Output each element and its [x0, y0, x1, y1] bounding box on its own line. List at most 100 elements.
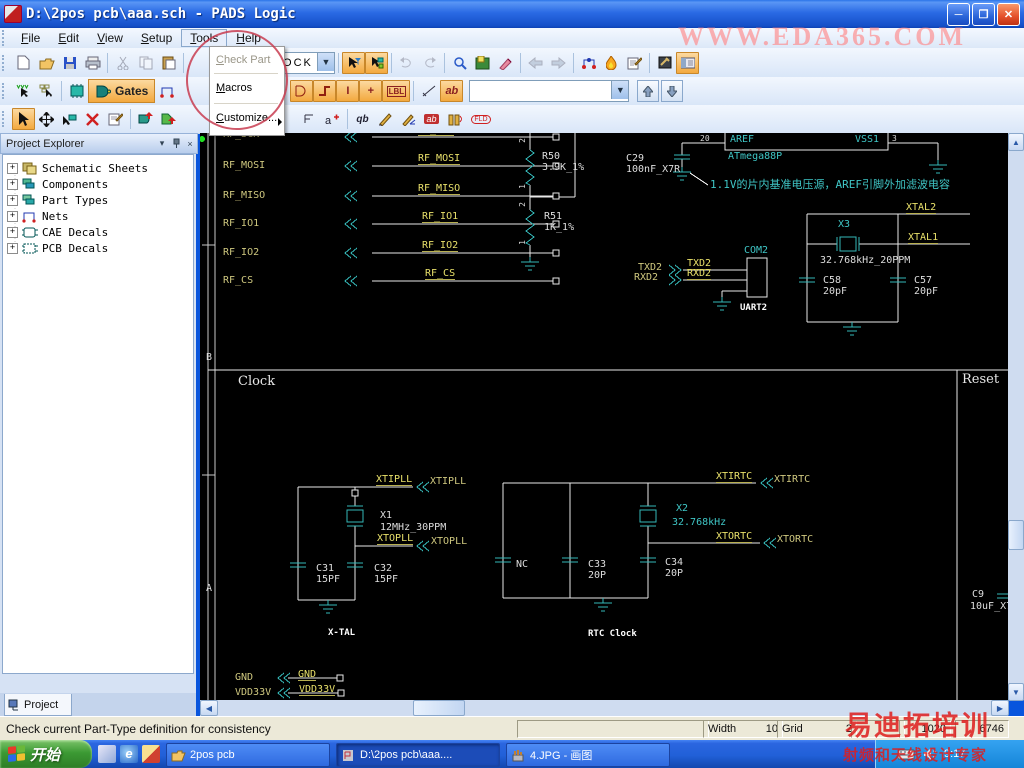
start-button[interactable]: 开始 — [0, 740, 92, 768]
select-anything-button[interactable] — [12, 80, 35, 102]
rename-button[interactable]: ab — [420, 108, 443, 130]
net-label: RF_MISO — [418, 183, 461, 195]
tree-item-cae-decals[interactable]: CAE Decals — [7, 224, 108, 240]
search-up-button[interactable] — [637, 80, 660, 102]
menu-edit[interactable]: Edit — [49, 29, 88, 47]
pencil-slash-icon — [379, 113, 392, 126]
add-part-button[interactable] — [134, 108, 157, 130]
selection-filter-button[interactable] — [342, 51, 365, 74]
sheet-view-button[interactable] — [471, 52, 494, 74]
expand-icon[interactable] — [7, 162, 18, 174]
internet-explorer-icon[interactable]: e — [120, 745, 138, 763]
expand-icon[interactable] — [7, 178, 18, 190]
measure-button[interactable] — [417, 80, 440, 102]
scroll-down-icon[interactable]: ▼ — [1008, 683, 1024, 701]
tree-item-schematic-sheets[interactable]: Schematic Sheets — [7, 160, 148, 176]
undo-button[interactable] — [395, 52, 418, 74]
tab-project[interactable]: Project — [4, 694, 72, 716]
vertical-scroll-thumb[interactable] — [1008, 520, 1024, 550]
select-gates-button[interactable] — [35, 80, 58, 102]
delete-button[interactable] — [81, 108, 104, 130]
redraw-button[interactable] — [494, 52, 517, 74]
expand-icon[interactable] — [7, 194, 18, 206]
search-down-button[interactable] — [661, 80, 684, 102]
project-tree[interactable]: Schematic Sheets Components Part Types N… — [2, 154, 194, 674]
schematic-canvas[interactable]: B A RF_SCK RF_MOSI RF_MISO RF_IO1 RF_IO2… — [200, 133, 1008, 700]
properties-button[interactable] — [623, 52, 646, 74]
net-navigate-button[interactable] — [577, 52, 600, 74]
back-button[interactable] — [524, 52, 547, 74]
tools-window-button[interactable] — [653, 52, 676, 74]
show-desktop-icon[interactable] — [98, 745, 116, 763]
toolbar-grip[interactable] — [2, 111, 8, 127]
tree-item-part-types[interactable]: Part Types — [7, 192, 108, 208]
copy-mode-button[interactable] — [58, 108, 81, 130]
gate-tool-button[interactable] — [290, 80, 314, 102]
restore-icon[interactable]: ❐ — [972, 3, 995, 26]
toolbar-separator — [130, 109, 131, 129]
toolbar-grip[interactable] — [2, 30, 8, 46]
part-selection-button[interactable] — [365, 51, 388, 74]
open-button[interactable] — [35, 52, 58, 74]
taskbar-task-folder[interactable]: 2pos pcb — [166, 743, 330, 767]
new-button[interactable] — [12, 52, 35, 74]
pin-icon[interactable] — [169, 137, 183, 150]
scroll-left-icon[interactable]: ◀ — [200, 700, 218, 716]
increment-text-button[interactable]: a — [321, 108, 344, 130]
forward-button[interactable] — [547, 52, 570, 74]
taskbar-task-pads[interactable]: D:\2pos pcb\aaa.... — [336, 743, 500, 767]
expand-icon[interactable] — [7, 226, 18, 238]
chevron-down-icon[interactable]: ▾ — [155, 137, 169, 150]
project-explorer-header[interactable]: Project Explorer ▾ × — [0, 133, 198, 154]
cut-button[interactable] — [111, 52, 134, 74]
save-button[interactable] — [58, 52, 81, 74]
scroll-right-icon[interactable]: ▶ — [991, 700, 1009, 716]
menu-file[interactable]: File — [12, 29, 49, 47]
properties-edit-button[interactable] — [104, 108, 127, 130]
move-button[interactable] — [35, 108, 58, 130]
modify-net-button[interactable] — [397, 108, 420, 130]
scroll-up-icon[interactable]: ▲ — [1008, 133, 1024, 151]
paste-button[interactable] — [157, 52, 180, 74]
menu-setup[interactable]: Setup — [132, 29, 181, 47]
project-explorer-toggle-button[interactable] — [676, 51, 699, 74]
tree-item-pcb-decals[interactable]: PCB Decals — [7, 240, 108, 256]
label-tool-button[interactable]: LBL — [382, 80, 411, 102]
zoom-button[interactable] — [448, 52, 471, 74]
menu-view[interactable]: View — [88, 29, 132, 47]
highlight-button[interactable] — [600, 52, 623, 74]
add-net-button[interactable] — [313, 80, 337, 102]
tree-item-nets[interactable]: Nets — [7, 208, 69, 224]
close-icon[interactable]: ✕ — [997, 3, 1020, 26]
text-tool-button[interactable]: ab — [440, 80, 464, 102]
horizontal-scroll-thumb[interactable] — [413, 700, 465, 716]
field-tool-button[interactable]: FLD — [466, 108, 496, 130]
search-combo[interactable]: ▼ — [469, 80, 630, 102]
tool-app-icon[interactable] — [142, 745, 160, 763]
taskbar-task-paint[interactable]: 4.JPG - 画图 — [506, 743, 670, 767]
query-text-button[interactable]: qb — [351, 108, 374, 130]
flip-part-button[interactable] — [298, 108, 321, 130]
add-connection-button[interactable] — [157, 108, 180, 130]
select-components-button[interactable] — [65, 80, 88, 102]
copy-button[interactable] — [134, 52, 157, 74]
toolbar-grip[interactable] — [2, 83, 8, 99]
vertical-scrollbar[interactable]: ▲ ▼ — [1008, 133, 1024, 701]
toolbar-grip[interactable] — [2, 54, 8, 71]
add-bus-button[interactable]: I — [336, 80, 360, 102]
add-junction-button[interactable]: + — [359, 80, 383, 102]
expand-icon[interactable] — [7, 210, 18, 222]
expand-icon[interactable] — [7, 242, 18, 254]
chevron-down-icon[interactable]: ▼ — [317, 52, 334, 71]
select-mode-button[interactable] — [12, 108, 35, 130]
gates-button[interactable]: Gates — [88, 79, 156, 103]
select-nets-button[interactable] — [155, 80, 178, 102]
net-label: RF_MOSI — [418, 153, 461, 165]
edit-text-button[interactable] — [374, 108, 397, 130]
redo-button[interactable] — [418, 52, 441, 74]
tree-item-components[interactable]: Components — [7, 176, 108, 192]
chevron-down-icon[interactable]: ▼ — [611, 81, 629, 99]
print-button[interactable] — [81, 52, 104, 74]
close-icon[interactable]: × — [183, 137, 197, 150]
swap-pins-button[interactable] — [443, 108, 466, 130]
